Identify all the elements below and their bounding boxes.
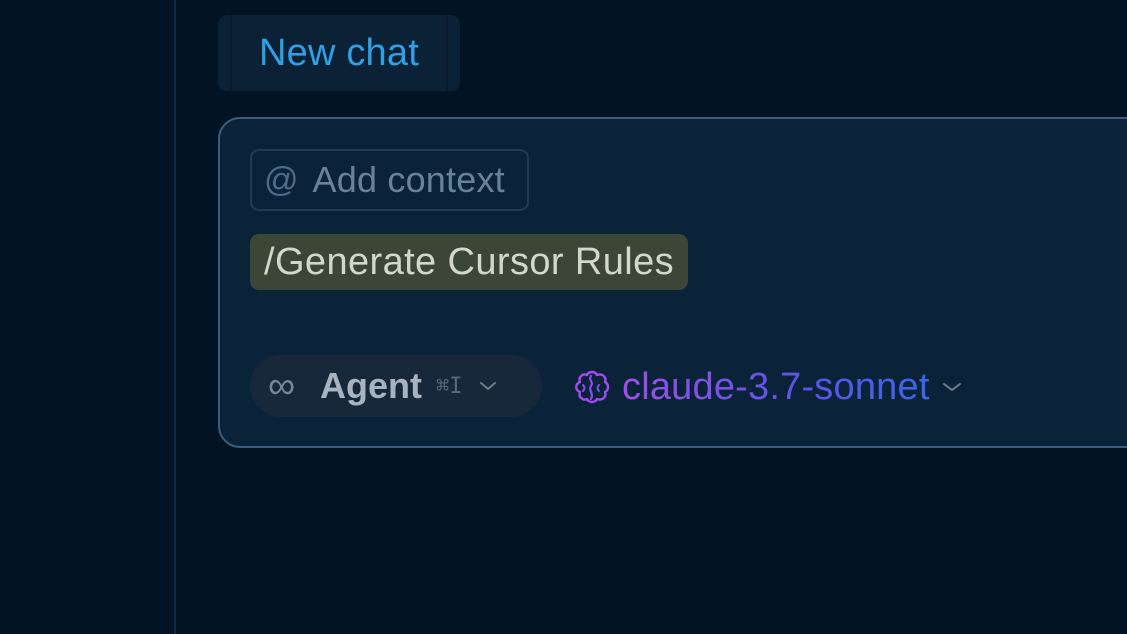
tab-new-chat-label: New chat (258, 31, 419, 74)
model-label: claude-3.7-sonnet (622, 365, 930, 408)
model-selector-button[interactable]: claude-3.7-sonnet (570, 359, 962, 415)
command-chip[interactable]: /Generate Cursor Rules (250, 234, 689, 290)
infinity-icon: ∞ (268, 365, 296, 407)
add-context-button[interactable]: @ Add context (250, 149, 529, 211)
chat-composer[interactable]: @ Add context /Generate Cursor Rules ∞ A… (218, 117, 1127, 448)
agent-mode-label: Agent (320, 365, 422, 406)
add-context-label: Add context (312, 159, 505, 200)
agent-mode-button[interactable]: ∞ Agent ⌘I (250, 355, 542, 417)
chevron-down-icon (942, 383, 961, 391)
brain-icon (575, 370, 610, 404)
command-text: /Generate Cursor Rules (264, 240, 675, 283)
tab-new-chat[interactable]: New chat (218, 15, 460, 91)
at-icon: @ (264, 161, 299, 199)
panel-divider[interactable] (174, 0, 176, 634)
left-panel (0, 0, 174, 634)
chevron-down-icon (479, 382, 496, 390)
agent-shortcut-label: ⌘I (436, 373, 463, 399)
